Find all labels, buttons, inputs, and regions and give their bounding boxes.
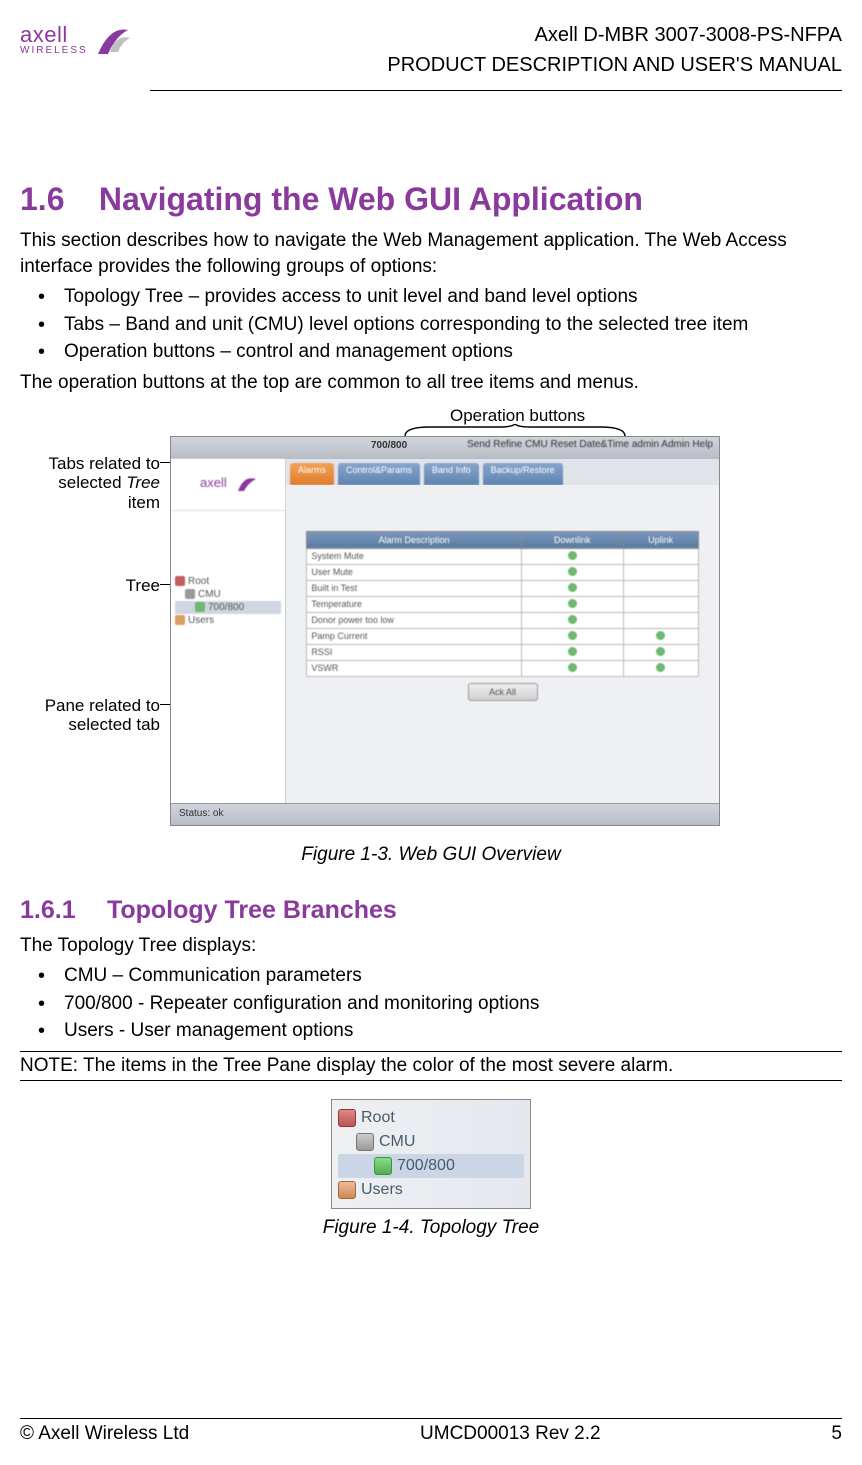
footer-page-number: 5 xyxy=(831,1423,842,1445)
header-line1: Axell D-MBR 3007-3008-PS-NFPA xyxy=(387,20,842,50)
bullet-item: Users - User management options xyxy=(48,1017,842,1045)
gui-band-label: 700/800 xyxy=(371,440,407,451)
status-icon xyxy=(374,1157,392,1175)
gui-tab[interactable]: Alarms xyxy=(290,463,334,485)
figure-1-3: Operation buttons Tabs related to select… xyxy=(20,406,842,836)
folder-icon xyxy=(338,1109,356,1127)
gui-status-bar: Status: ok xyxy=(171,803,719,825)
users-icon xyxy=(338,1181,356,1199)
bullet-item: 700/800 - Repeater configuration and mon… xyxy=(48,990,842,1018)
intro-paragraph-2: The operation buttons at the top are com… xyxy=(20,370,842,396)
footer-rule xyxy=(20,1418,842,1419)
tree-row-root[interactable]: Root xyxy=(338,1106,524,1130)
gui-main: axell Root CMU 700/800 Users Alarms Cont… xyxy=(171,459,719,803)
tree-row-users[interactable]: Users xyxy=(338,1178,524,1202)
table-header: Uplink xyxy=(623,531,698,548)
footer-doc-id: UMCD00013 Rev 2.2 xyxy=(420,1423,601,1445)
gui-top-bar: 700/800 Send Refine CMU Reset Date&Time … xyxy=(171,437,719,459)
gui-tabs: Alarms Control&Params Band Info Backup/R… xyxy=(286,459,719,485)
gui-tab[interactable]: Band Info xyxy=(424,463,479,485)
logo: axell WIRELESS xyxy=(20,20,132,60)
ack-all-button[interactable]: Ack All xyxy=(468,683,538,701)
table-row: System Mute xyxy=(307,548,698,564)
page-footer: © Axell Wireless Ltd UMCD00013 Rev 2.2 5 xyxy=(20,1418,842,1445)
footer-copyright: © Axell Wireless Ltd xyxy=(20,1423,189,1445)
table-header: Downlink xyxy=(521,531,623,548)
bullet-item: Tabs – Band and unit (CMU) level options… xyxy=(48,311,842,339)
table-row: Pamp Current xyxy=(307,628,698,644)
intro-bullets: Topology Tree – provides access to unit … xyxy=(20,283,842,366)
tree-row-cmu[interactable]: CMU xyxy=(338,1130,524,1154)
svg-text:axell: axell xyxy=(200,475,227,490)
gui-tab[interactable]: Backup/Restore xyxy=(483,463,563,485)
sec2-bullets: CMU – Communication parameters 700/800 -… xyxy=(20,962,842,1045)
subsection-heading: 1.6.1 Topology Tree Branches xyxy=(20,896,842,925)
logo-text: axell xyxy=(20,24,68,46)
annotation-tabs: Tabs related to selected Tree item xyxy=(20,454,160,513)
tree-row-band[interactable]: 700/800 xyxy=(338,1154,524,1178)
header-rule xyxy=(150,90,842,91)
table-header: Alarm Description xyxy=(307,531,521,548)
table-row: Temperature xyxy=(307,596,698,612)
annotation-operation-buttons: Operation buttons xyxy=(450,406,585,426)
device-icon xyxy=(356,1133,374,1151)
section-heading: 1.6 Navigating the Web GUI Application xyxy=(20,181,842,218)
table-row: Built in Test xyxy=(307,580,698,596)
gui-left-panel: axell Root CMU 700/800 Users xyxy=(171,459,286,803)
intro-paragraph: This section describes how to navigate t… xyxy=(20,228,842,279)
figure-1-4-caption: Figure 1-4. Topology Tree xyxy=(20,1217,842,1239)
table-row: VSWR xyxy=(307,660,698,676)
note-box: NOTE: The items in the Tree Pane display… xyxy=(20,1051,842,1081)
subsection-number: 1.6.1 xyxy=(20,896,100,925)
annotation-tree: Tree xyxy=(20,576,160,596)
table-row: Donor power too low xyxy=(307,612,698,628)
gui-right-panel: Alarms Control&Params Band Info Backup/R… xyxy=(286,459,719,803)
bullet-item: Operation buttons – control and manageme… xyxy=(48,338,842,366)
table-row: RSSI xyxy=(307,644,698,660)
alarm-table: Alarm Description Downlink Uplink System… xyxy=(306,531,698,677)
sec2-intro: The Topology Tree displays: xyxy=(20,933,842,959)
axell-logo-icon xyxy=(92,20,132,60)
header-line2: PRODUCT DESCRIPTION AND USER'S MANUAL xyxy=(387,50,842,80)
bullet-item: Topology Tree – provides access to unit … xyxy=(48,283,842,311)
gui-screenshot: 700/800 Send Refine CMU Reset Date&Time … xyxy=(170,436,720,826)
figure-1-3-caption: Figure 1-3. Web GUI Overview xyxy=(20,844,842,866)
logo-subtext: WIRELESS xyxy=(20,46,88,56)
page-header: axell WIRELESS Axell D-MBR 3007-3008-PS-… xyxy=(20,20,842,90)
gui-tab[interactable]: Control&Params xyxy=(338,463,420,485)
gui-tree-mini: Root CMU 700/800 Users xyxy=(171,571,285,631)
gui-top-buttons: Send Refine CMU Reset Date&Time admin Ad… xyxy=(467,439,713,450)
gui-content-pane: Alarm Description Downlink Uplink System… xyxy=(286,485,719,803)
bullet-item: CMU – Communication parameters xyxy=(48,962,842,990)
header-title-block: Axell D-MBR 3007-3008-PS-NFPA PRODUCT DE… xyxy=(387,20,842,80)
table-row: User Mute xyxy=(307,564,698,580)
annotation-pane: Pane related to selected tab xyxy=(20,696,160,735)
section-title: Navigating the Web GUI Application xyxy=(99,181,643,217)
figure-1-4: Root CMU 700/800 Users xyxy=(20,1099,842,1209)
gui-logo: axell xyxy=(171,459,285,511)
subsection-title: Topology Tree Branches xyxy=(107,896,397,924)
topology-tree-panel: Root CMU 700/800 Users xyxy=(331,1099,531,1209)
section-number: 1.6 xyxy=(20,181,90,218)
